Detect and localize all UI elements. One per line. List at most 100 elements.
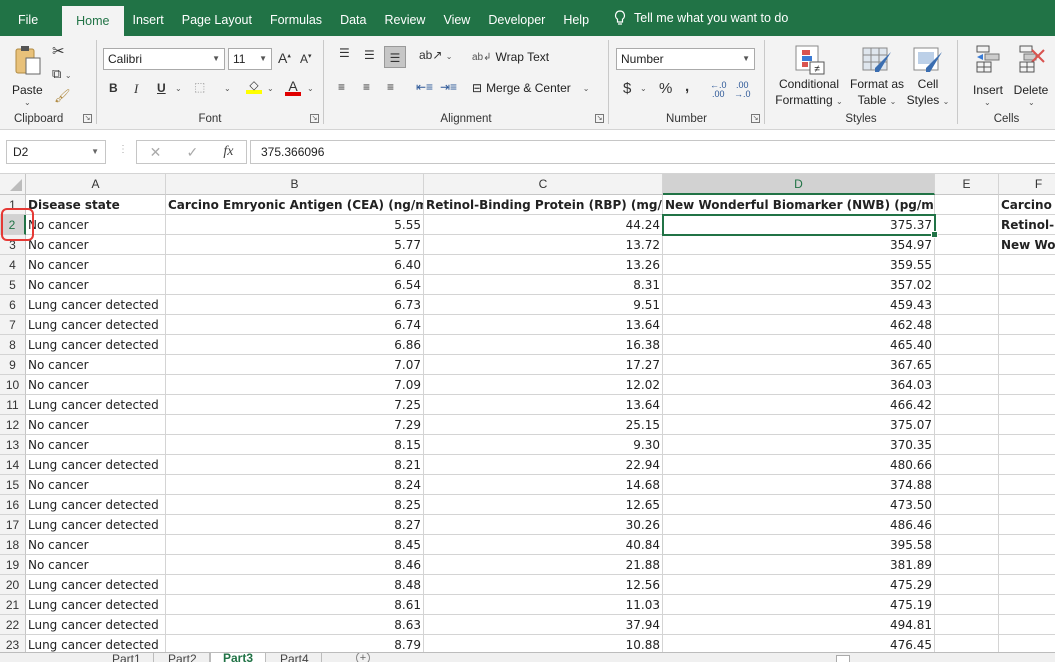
cell-nwb[interactable]: 473.50 (663, 495, 935, 515)
cell-cea[interactable]: 7.25 (166, 395, 424, 415)
row-header[interactable]: 7 (0, 315, 26, 335)
cell-cea[interactable]: 7.09 (166, 375, 424, 395)
cell-cea[interactable]: 6.86 (166, 335, 424, 355)
cell-rbp[interactable]: 37.94 (424, 615, 663, 635)
cell-f[interactable] (999, 495, 1055, 515)
cell-e1[interactable] (935, 195, 999, 215)
cut-icon[interactable]: ✂ (52, 42, 65, 60)
sheet-tab-part4[interactable]: Part4 (268, 653, 322, 662)
cell-f[interactable] (999, 635, 1055, 652)
bold-button[interactable]: B (109, 81, 118, 95)
row-header[interactable]: 20 (0, 575, 26, 595)
enter-icon[interactable]: ✓ (186, 144, 198, 161)
cell-e[interactable] (935, 615, 999, 635)
select-all-button[interactable] (0, 174, 26, 195)
cell-cea[interactable]: 6.74 (166, 315, 424, 335)
fill-color-icon[interactable]: ◇ (246, 78, 262, 94)
cell-disease-state[interactable]: No cancer (26, 415, 166, 435)
header-cell-rbp[interactable]: Retinol-Binding Protein (RBP) (mg/L) (424, 195, 663, 215)
cell-f[interactable] (999, 595, 1055, 615)
cell-f[interactable] (999, 475, 1055, 495)
borders-dropdown-icon[interactable]: ⌄ (224, 84, 231, 93)
align-top-icon[interactable]: ☰ (339, 46, 350, 60)
cell-rbp[interactable]: 40.84 (424, 535, 663, 555)
cell-nwb[interactable]: 466.42 (663, 395, 935, 415)
cell-e[interactable] (935, 595, 999, 615)
formula-input[interactable]: 375.366096 (250, 140, 1055, 164)
cell-disease-state[interactable]: Lung cancer detected (26, 595, 166, 615)
cell-disease-state[interactable]: No cancer (26, 215, 166, 235)
cell-e[interactable] (935, 415, 999, 435)
cell-e[interactable] (935, 375, 999, 395)
cell-e[interactable] (935, 515, 999, 535)
cell-disease-state[interactable]: Lung cancer detected (26, 335, 166, 355)
cell-disease-state[interactable]: Lung cancer detected (26, 455, 166, 475)
cell-rbp[interactable]: 17.27 (424, 355, 663, 375)
cell-disease-state[interactable]: No cancer (26, 555, 166, 575)
cell-nwb[interactable]: 357.02 (663, 275, 935, 295)
tab-data[interactable]: Data (331, 0, 375, 36)
cell-disease-state[interactable]: No cancer (26, 355, 166, 375)
column-header-b[interactable]: B (166, 174, 424, 195)
cell-f[interactable]: Retinol-E (999, 215, 1055, 235)
align-left-icon[interactable]: ≡ (338, 80, 345, 94)
cell-disease-state[interactable]: No cancer (26, 435, 166, 455)
cell-rbp[interactable]: 14.68 (424, 475, 663, 495)
underline-button[interactable]: U (157, 81, 166, 95)
cell-nwb[interactable]: 354.97 (663, 235, 935, 255)
header-cell-nwb[interactable]: New Wonderful Biomarker (NWB) (pg/ml) (663, 195, 935, 215)
cell-cea[interactable]: 8.61 (166, 595, 424, 615)
wrap-text-button[interactable]: ab↲ Wrap Text (472, 50, 549, 64)
row-header[interactable]: 13 (0, 435, 26, 455)
align-right-icon[interactable]: ≡ (387, 80, 394, 94)
cell-cea[interactable]: 7.07 (166, 355, 424, 375)
cell-nwb[interactable]: 395.58 (663, 535, 935, 555)
tab-insert[interactable]: Insert (124, 0, 173, 36)
row-header[interactable]: 12 (0, 415, 26, 435)
tab-view[interactable]: View (434, 0, 479, 36)
row-header[interactable]: 21 (0, 595, 26, 615)
cell-nwb[interactable]: 494.81 (663, 615, 935, 635)
italic-button[interactable]: I (134, 81, 138, 97)
decrease-decimal-icon[interactable]: .00 →.0 (734, 81, 751, 99)
cell-nwb[interactable]: 374.88 (663, 475, 935, 495)
add-sheet-icon[interactable]: + (356, 653, 370, 662)
cell-f[interactable] (999, 335, 1055, 355)
cell-nwb[interactable]: 367.65 (663, 355, 935, 375)
comma-style-button[interactable]: , (685, 78, 689, 95)
cell-nwb[interactable]: 475.29 (663, 575, 935, 595)
cell-nwb[interactable]: 459.43 (663, 295, 935, 315)
row-header[interactable]: 10 (0, 375, 26, 395)
cell-disease-state[interactable]: No cancer (26, 255, 166, 275)
cell-f[interactable] (999, 395, 1055, 415)
cell-cea[interactable]: 7.29 (166, 415, 424, 435)
cell-rbp[interactable]: 8.31 (424, 275, 663, 295)
formula-bar-grip-icon[interactable]: ⋮ (118, 144, 128, 155)
cell-disease-state[interactable]: No cancer (26, 475, 166, 495)
cell-styles-button[interactable]: Cell Styles ⌄ (905, 42, 951, 110)
merge-center-button[interactable]: ⊟ Merge & Center ⌄ (472, 81, 589, 95)
increase-decimal-icon[interactable]: ←.0.00 (710, 81, 727, 99)
cell-disease-state[interactable]: No cancer (26, 375, 166, 395)
cell-f[interactable] (999, 575, 1055, 595)
cell-nwb[interactable]: 476.45 (663, 635, 935, 652)
cell-disease-state[interactable]: No cancer (26, 275, 166, 295)
row-header[interactable]: 15 (0, 475, 26, 495)
clipboard-dialog-launcher-icon[interactable]: ↘ (83, 114, 92, 123)
header-cell-cea[interactable]: Carcino Emryonic Antigen (CEA) (ng/ml) (166, 195, 424, 215)
align-bottom-icon[interactable]: ☰ (384, 46, 406, 68)
row-header[interactable]: 17 (0, 515, 26, 535)
row-header[interactable]: 9 (0, 355, 26, 375)
cell-e[interactable] (935, 315, 999, 335)
cell-cea[interactable]: 5.55 (166, 215, 424, 235)
cell-cea[interactable]: 6.40 (166, 255, 424, 275)
alignment-dialog-launcher-icon[interactable]: ↘ (595, 114, 604, 123)
cell-rbp[interactable]: 13.64 (424, 395, 663, 415)
borders-icon[interactable]: ⬚ (194, 80, 205, 94)
format-painter-icon[interactable]: 🖌 (54, 88, 71, 104)
tab-review[interactable]: Review (375, 0, 434, 36)
number-format-dropdown[interactable]: Number ▼ (616, 48, 755, 70)
cell-e[interactable] (935, 555, 999, 575)
tell-me-box[interactable]: Tell me what you want to do (598, 0, 797, 36)
cell-f[interactable] (999, 455, 1055, 475)
